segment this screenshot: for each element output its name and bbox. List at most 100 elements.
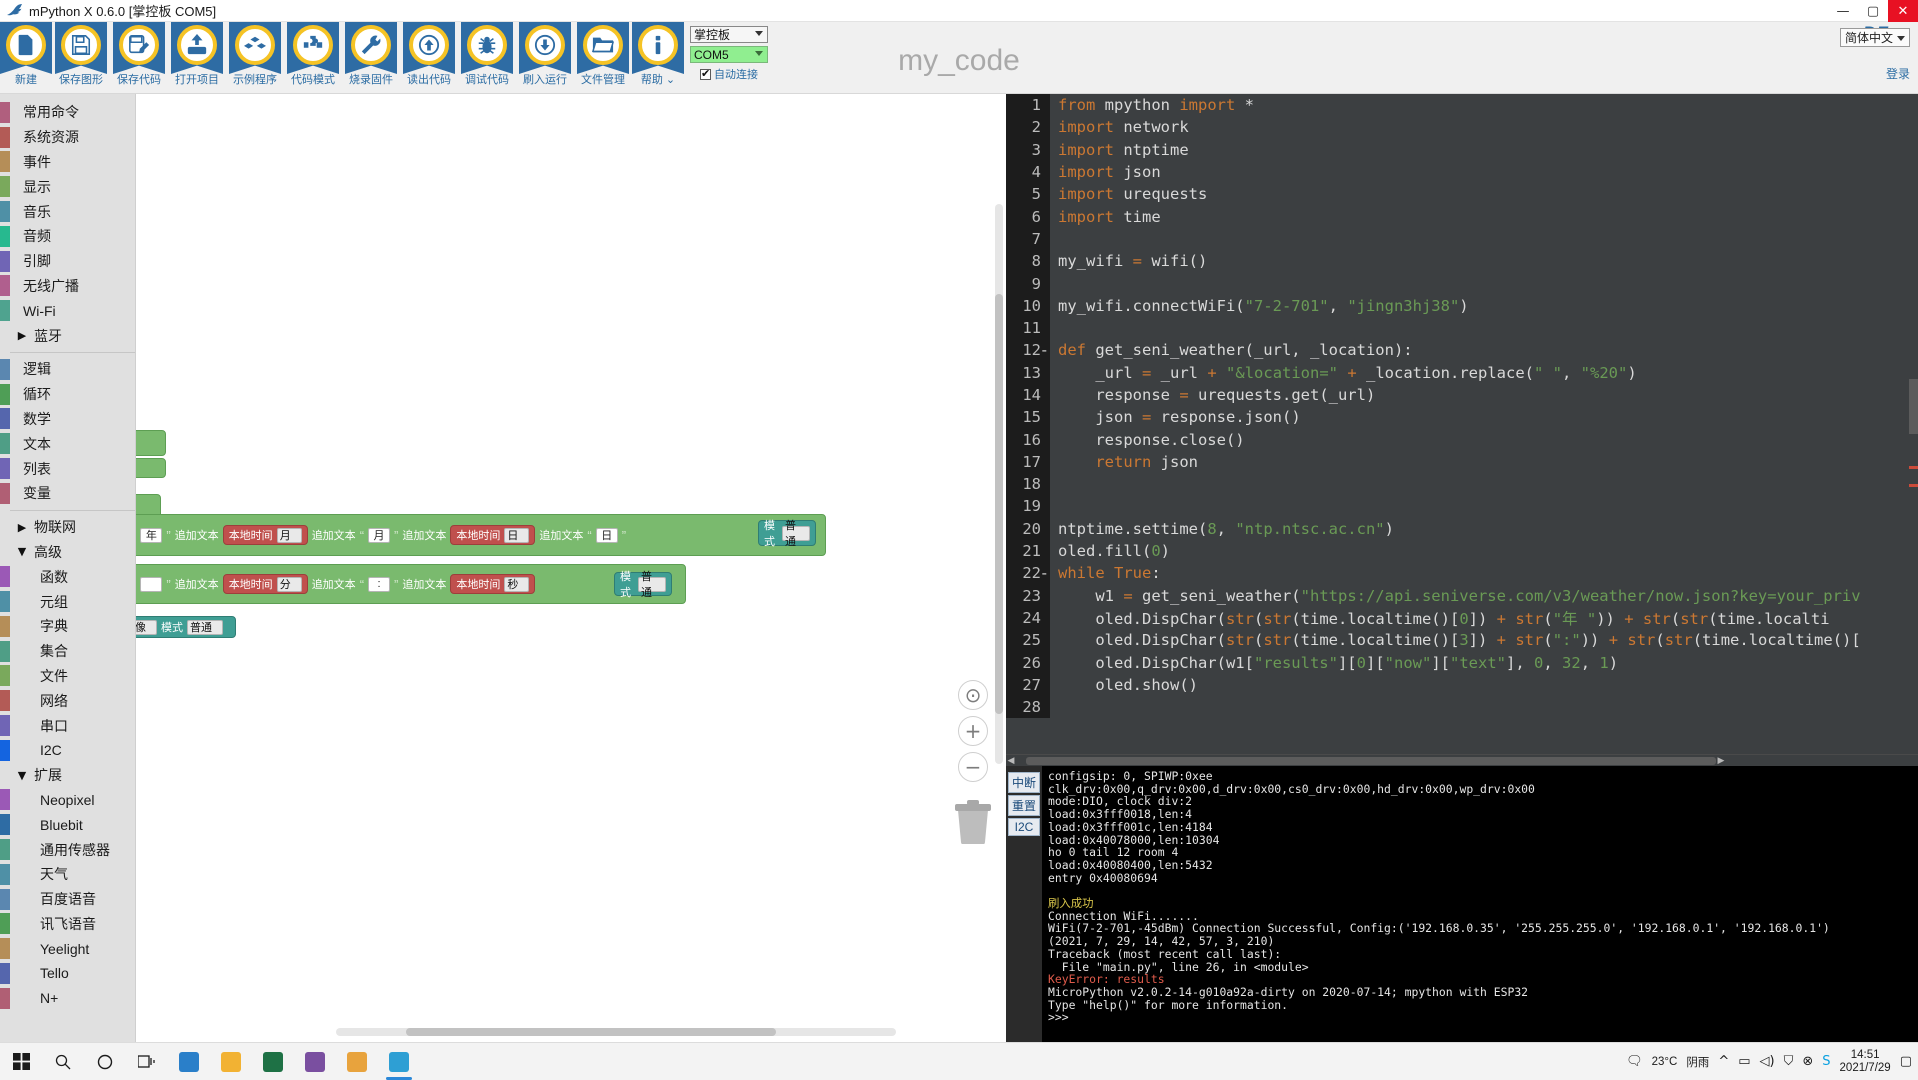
code-line[interactable]: 26 oled.DispChar(w1["results"][0]["now"]… bbox=[1006, 651, 1918, 674]
toolbar-button-4[interactable]: 打开项目 bbox=[168, 22, 226, 92]
toolbar-button-8[interactable]: 读出代码 bbox=[400, 22, 458, 92]
code-editor[interactable]: 1 from mpython import * 2 import network 3 im… bbox=[1006, 94, 1918, 754]
terminal-button-1[interactable]: 中断 bbox=[1008, 772, 1040, 793]
language-select[interactable]: 简体中文 bbox=[1839, 28, 1910, 47]
block-local-time-second[interactable]: 本地时间 秒 bbox=[450, 574, 536, 594]
block-local-time-minute[interactable]: 本地时间 分 bbox=[222, 574, 308, 594]
toolbar-button-3[interactable]: 保存代码 bbox=[110, 22, 168, 92]
code-line[interactable]: 17 return json bbox=[1006, 450, 1918, 474]
local-time-unit-second[interactable]: 秒 bbox=[504, 576, 530, 592]
code-line[interactable]: 11 bbox=[1006, 316, 1918, 340]
code-line[interactable]: 22while True: bbox=[1006, 562, 1918, 585]
editor-vertical-scrollbar[interactable] bbox=[1909, 94, 1918, 754]
sidebar-item-26[interactable]: 网络 bbox=[0, 688, 135, 713]
taskbar-app-edge-icon[interactable] bbox=[168, 1043, 210, 1080]
scroll-right-icon[interactable]: ▶ bbox=[1716, 756, 1726, 766]
sidebar-item-21[interactable]: 函数 bbox=[0, 564, 135, 589]
task-view-icon[interactable] bbox=[126, 1043, 168, 1080]
code-line[interactable]: 10 my_wifi.connectWiFi("7-2-701", "jingn3… bbox=[1006, 294, 1918, 317]
toolbar-button-7[interactable]: 烧录固件 bbox=[342, 22, 400, 92]
code-line[interactable]: 1 from mpython import * bbox=[1006, 94, 1918, 117]
clock[interactable]: 14:51 2021/7/29 bbox=[1840, 1049, 1891, 1075]
block-partial-2[interactable] bbox=[136, 458, 166, 478]
text-field-day[interactable]: 日 bbox=[595, 527, 618, 543]
sidebar-item-17[interactable]: 变量 bbox=[0, 481, 135, 506]
sidebar-item-1[interactable]: 常用命令 bbox=[0, 100, 135, 125]
scrollbar-thumb[interactable] bbox=[1026, 756, 1716, 765]
block-row-1[interactable]: “ 年 ” 追加文本 本地时间 月 追加文本 “ 月 ” 追加文本 本地时间 日… bbox=[136, 514, 826, 556]
sidebar-item-33[interactable]: 天气 bbox=[0, 862, 135, 887]
search-icon[interactable] bbox=[42, 1043, 84, 1080]
code-line[interactable]: 2 import network bbox=[1006, 116, 1918, 139]
sidebar-item-12[interactable]: 逻辑 bbox=[0, 357, 135, 382]
scroll-left-icon[interactable]: ◀ bbox=[1006, 756, 1016, 766]
code-line[interactable]: 25 oled.DispChar(str(str(time.localtime(… bbox=[1006, 629, 1918, 652]
block-mode-1[interactable]: 模式 普通 bbox=[758, 520, 816, 548]
login-link[interactable]: 登录 bbox=[1840, 65, 1910, 82]
code-line[interactable]: 13 _url = _url + "&location=" + _locatio… bbox=[1006, 361, 1918, 384]
close-button[interactable]: ✕ bbox=[1888, 0, 1918, 22]
network-icon[interactable]: ▭ bbox=[1738, 1054, 1750, 1069]
scrollbar-thumb[interactable] bbox=[995, 294, 1003, 714]
terminal-button-3[interactable]: I2C bbox=[1008, 818, 1040, 836]
code-line[interactable]: 23 w1 = get_seni_weather("https://api.se… bbox=[1006, 584, 1918, 607]
code-line[interactable]: 21 oled.fill(0) bbox=[1006, 539, 1918, 563]
block-mode-2[interactable]: 模式 普通 bbox=[614, 571, 672, 599]
toolbar-button-2[interactable]: 保存图形 bbox=[52, 22, 110, 92]
toolbar-button-1[interactable]: 新建 bbox=[0, 22, 52, 92]
chevron-down-icon[interactable]: ▼ bbox=[10, 769, 34, 782]
toolbar-button-11[interactable]: 文件管理 bbox=[574, 22, 632, 92]
chevron-right-icon[interactable]: ▶ bbox=[10, 521, 34, 534]
trash-button[interactable] bbox=[954, 800, 992, 849]
code-line[interactable]: 16 response.close() bbox=[1006, 428, 1918, 451]
sidebar-item-14[interactable]: 数学 bbox=[0, 407, 135, 432]
board-select[interactable]: 掌控板 bbox=[690, 26, 768, 43]
sidebar-item-13[interactable]: 循环 bbox=[0, 382, 135, 407]
mode-value-3[interactable]: 普通 bbox=[187, 619, 223, 635]
mode-value-1[interactable]: 普通 bbox=[782, 520, 810, 548]
sidebar-item-6[interactable]: 音频 bbox=[0, 224, 135, 249]
chevron-right-icon[interactable]: ▶ bbox=[10, 329, 34, 342]
text-field-empty-1[interactable] bbox=[140, 576, 163, 592]
sidebar-item-22[interactable]: 元组 bbox=[0, 589, 135, 614]
code-line[interactable]: 12def get_seni_weather(_url, _location): bbox=[1006, 339, 1918, 362]
chevron-up-icon[interactable]: ^ bbox=[1718, 1054, 1729, 1069]
code-line[interactable]: 28 bbox=[1006, 696, 1918, 719]
center-workspace-button[interactable]: ⊙ bbox=[958, 680, 988, 710]
sidebar-item-15[interactable]: 文本 bbox=[0, 431, 135, 456]
sidebar-item-28[interactable]: I2C bbox=[0, 738, 135, 763]
toolbar-button-9[interactable]: 调试代码 bbox=[458, 22, 516, 92]
taskbar-app-file-explorer-icon[interactable] bbox=[210, 1043, 252, 1080]
code-line[interactable]: 6 import time bbox=[1006, 205, 1918, 228]
block-row-2[interactable]: “ ” 追加文本 本地时间 分 追加文本 “ : ” 追加文本 本地时间 秒 bbox=[136, 564, 686, 604]
toolbar-button-6[interactable]: 代码模式 bbox=[284, 22, 342, 92]
skype-icon[interactable]: S bbox=[1822, 1054, 1830, 1069]
code-line[interactable]: 15 json = response.json() bbox=[1006, 406, 1918, 429]
cortana-icon[interactable] bbox=[84, 1043, 126, 1080]
code-line[interactable]: 24 oled.DispChar(str(str(time.localtime(… bbox=[1006, 606, 1918, 630]
port-select[interactable]: COM5 bbox=[690, 46, 768, 63]
taskbar-app-app-l-icon[interactable] bbox=[294, 1043, 336, 1080]
sidebar-item-20[interactable]: ▼ 高级 bbox=[0, 540, 135, 565]
workspace-horizontal-scrollbar[interactable] bbox=[336, 1028, 896, 1036]
toolbar-button-10[interactable]: 刷入运行 bbox=[516, 22, 574, 92]
scrollbar-thumb[interactable] bbox=[406, 1028, 776, 1036]
block-local-time-day[interactable]: 本地时间 日 bbox=[450, 525, 536, 545]
volume-icon[interactable]: ◁) bbox=[1760, 1054, 1775, 1069]
terminal-button-2[interactable]: 重置 bbox=[1008, 795, 1040, 816]
auto-connect-checkbox[interactable]: 自动连接 bbox=[700, 66, 758, 82]
sidebar-item-27[interactable]: 串口 bbox=[0, 713, 135, 738]
sidebar-item-36[interactable]: Yeelight bbox=[0, 936, 135, 961]
sidebar-item-30[interactable]: Neopixel bbox=[0, 788, 135, 813]
minimize-button[interactable]: — bbox=[1828, 0, 1858, 22]
sidebar-item-7[interactable]: 引脚 bbox=[0, 249, 135, 274]
block-partial-1[interactable] bbox=[136, 430, 166, 456]
text-field-month[interactable]: 月 bbox=[368, 527, 391, 543]
sidebar-item-3[interactable]: 事件 bbox=[0, 150, 135, 175]
sidebar-item-34[interactable]: 百度语音 bbox=[0, 887, 135, 912]
sidebar-item-4[interactable]: 显示 bbox=[0, 174, 135, 199]
tray-app-icon[interactable]: ⊗ bbox=[1802, 1054, 1813, 1069]
local-time-unit-month[interactable]: 月 bbox=[276, 527, 302, 543]
image-field[interactable]: 像 bbox=[136, 619, 157, 635]
zoom-in-button[interactable]: + bbox=[958, 716, 988, 746]
